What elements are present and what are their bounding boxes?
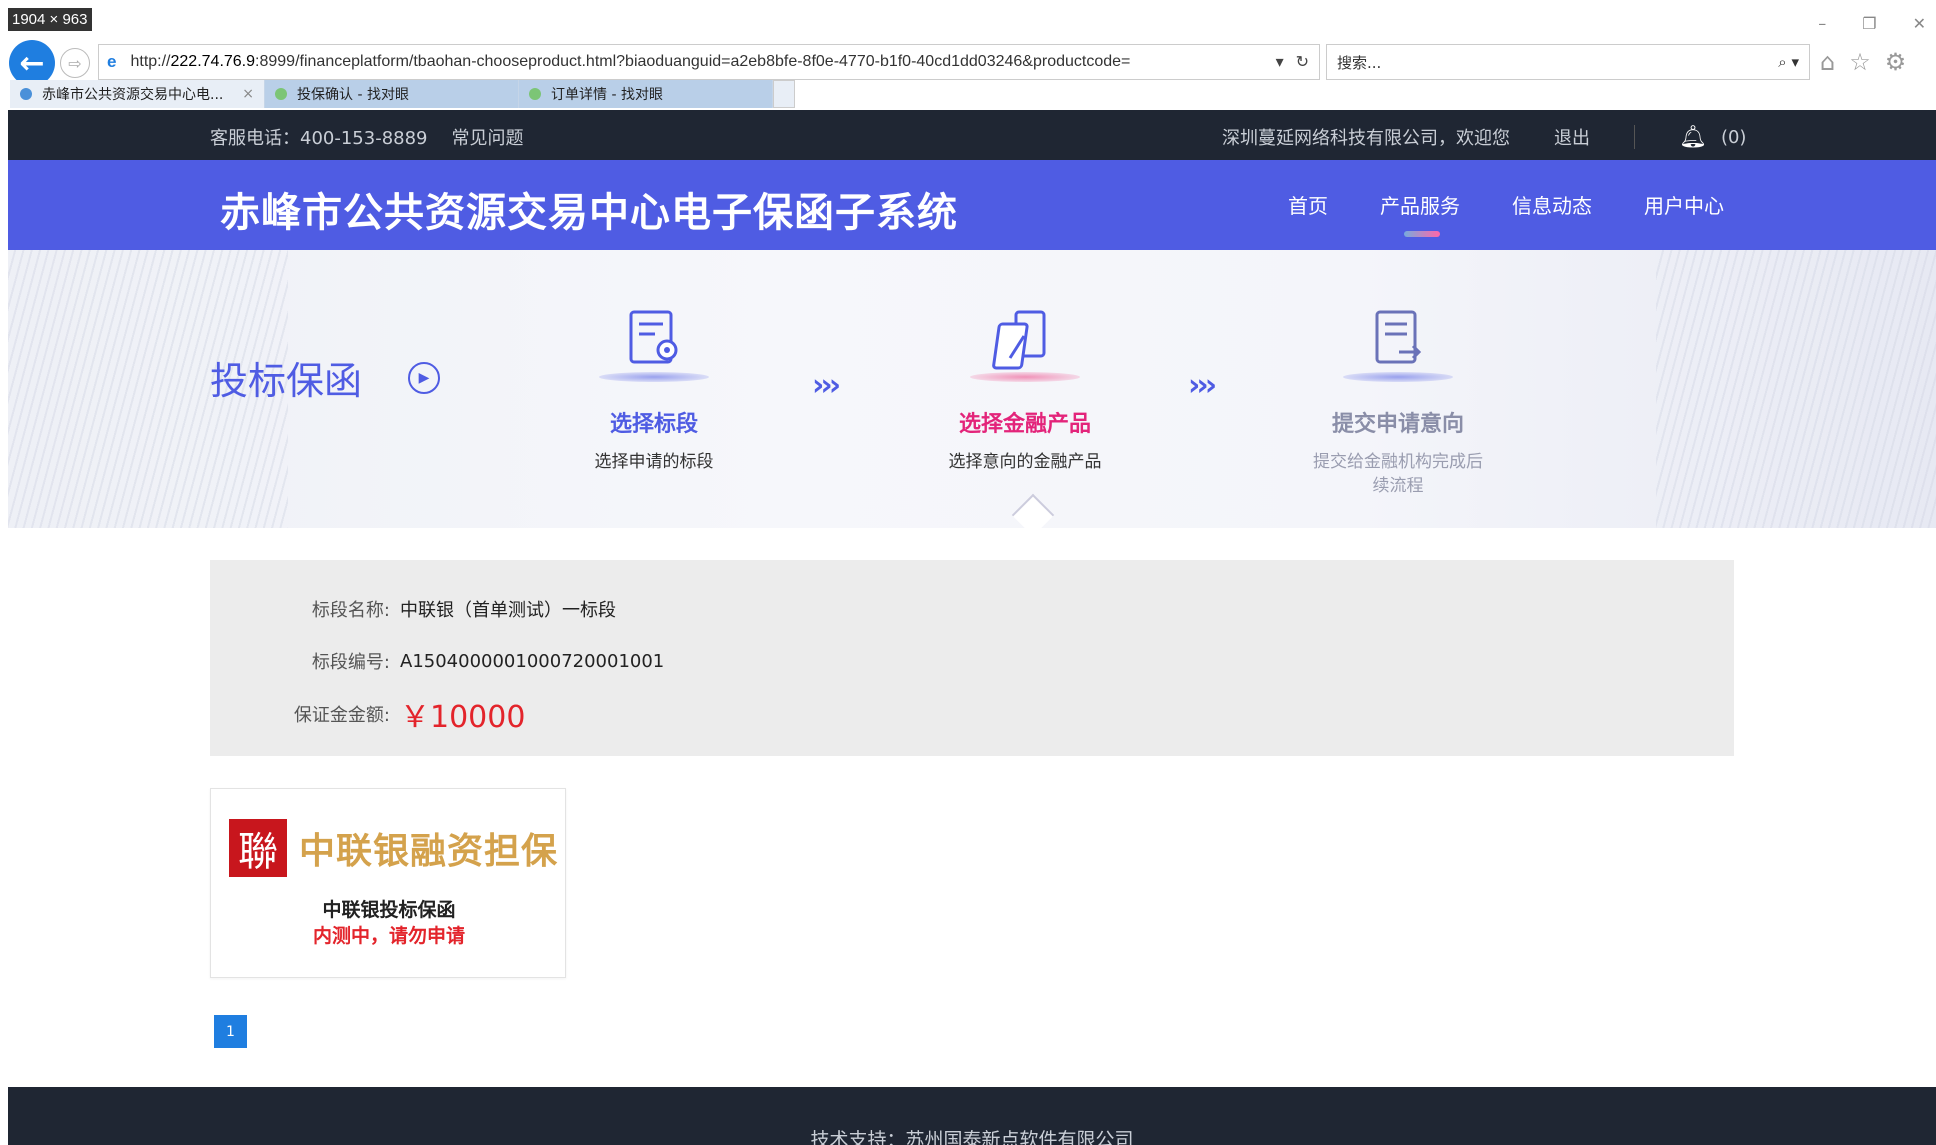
step-select-product: 选择金融产品 选择意向的金融产品 [925, 306, 1125, 474]
step-arrow-icon: ››› [812, 368, 841, 403]
search-icon[interactable]: ⌕ ▾ [1778, 53, 1799, 71]
deposit-row: 保证金金额: ￥10000 [210, 692, 526, 736]
site-title: 赤峰市公共资源交易中心电子保函子系统 [220, 190, 958, 236]
minimize-button[interactable]: – [1818, 14, 1826, 33]
section-name-row: 标段名称: 中联银（首单测试）一标段 [210, 596, 616, 622]
banner-decoration [1656, 250, 1936, 528]
browser-tab[interactable]: 订单详情 - 找对眼 [519, 80, 773, 108]
browser-toolbar-icons: ⌂ ☆ ⚙ [1820, 48, 1906, 76]
browser-search-input[interactable]: 搜索... ⌕ ▾ [1326, 44, 1810, 80]
play-icon[interactable]: ▶ [408, 362, 440, 394]
tab-close-icon[interactable]: × [242, 86, 254, 102]
document-send-icon [1363, 306, 1433, 376]
arrow-right-icon: ⇨ [68, 53, 82, 73]
step-submit-intent: 提交申请意向 提交给金融机构完成后续流程 [1298, 306, 1498, 498]
dimension-overlay: 1904 × 963 [8, 8, 92, 31]
step-name: 选择标段 [609, 412, 698, 437]
section-no-row: 标段编号: A1504000001000720001001 [210, 648, 664, 674]
ie-page-icon: e [107, 52, 117, 71]
notification-button[interactable]: 🔔︎ (0) [1679, 125, 1746, 150]
welcome-text: 深圳蔓延网络科技有限公司，欢迎您 [1222, 128, 1510, 149]
hotline-text: 客服电话：400-153-8889 [210, 128, 428, 149]
tab-favicon-icon [20, 88, 32, 100]
bell-icon: 🔔︎ [1679, 124, 1707, 150]
document-pen-icon [990, 306, 1060, 376]
home-icon[interactable]: ⌂ [1820, 48, 1835, 76]
step-desc: 选择意向的金融产品 [948, 452, 1102, 472]
restore-button[interactable]: ❐ [1862, 14, 1876, 33]
faq-link[interactable]: 常见问题 [452, 124, 524, 150]
tab-title: 赤峰市公共资源交易中心电... [42, 87, 224, 103]
steps-banner: 投标保函 ▶ 选择标段 选择申请的标段 ››› 选择金融产品 选择意向的金融产品… [8, 250, 1936, 528]
search-placeholder: 搜索... [1337, 53, 1382, 72]
browser-tab[interactable]: 投保确认 - 找对眼 [265, 80, 519, 108]
new-tab-button[interactable] [773, 80, 795, 108]
site-footer: 技术支持：苏州国泰新点软件有限公司 [8, 1087, 1936, 1145]
step-desc: 选择申请的标段 [594, 452, 714, 472]
nav-user-center[interactable]: 用户中心 [1644, 190, 1724, 219]
product-card[interactable]: 聯 中联银融资担保 中联银投标保函 内测中，请勿申请 [210, 788, 566, 978]
tab-favicon-icon [275, 88, 287, 100]
banner-label: 投标保函 [210, 359, 363, 403]
arrow-left-icon: ← [19, 45, 45, 81]
step-name: 选择金融产品 [958, 412, 1091, 437]
dropdown-icon[interactable]: ▾ [1276, 52, 1284, 72]
product-logo: 聯 中联银融资担保 [229, 819, 558, 877]
pagination-page-current[interactable]: 1 [214, 1015, 247, 1048]
notification-count: (0) [1720, 126, 1747, 148]
field-label: 标段编号: [311, 652, 390, 673]
field-label: 保证金金额: [293, 705, 390, 726]
step-arrow-icon: ››› [1188, 368, 1217, 403]
forward-button[interactable]: ⇨ [60, 48, 90, 78]
tab-title: 投保确认 - 找对眼 [297, 87, 409, 103]
step-desc: 提交给金融机构完成后续流程 [1313, 452, 1483, 496]
url-text[interactable]: http://222.74.76.9:8999/financeplatform/… [130, 53, 1275, 71]
site-header: 赤峰市公共资源交易中心电子保函子系统 首页 产品服务 信息动态 用户中心 [8, 160, 1936, 250]
browser-nav-row: ← ⇨ e http://222.74.76.9:8999/financepla… [0, 38, 1936, 86]
site-topbar: 客服电话：400-153-8889 常见问题 深圳蔓延网络科技有限公司，欢迎您 … [8, 110, 1936, 160]
product-name: 中联银投标保函 [322, 899, 456, 921]
section-info-panel: 标段名称: 中联银（首单测试）一标段 标段编号: A15040000010007… [210, 560, 1734, 756]
brand-name: 中联银融资担保 [299, 831, 559, 872]
product-warning: 内测中，请勿申请 [312, 925, 465, 947]
brand-seal-icon: 聯 [229, 819, 287, 877]
document-seal-icon [619, 306, 689, 376]
topbar-divider [1634, 125, 1635, 149]
browser-tab-active[interactable]: 赤峰市公共资源交易中心电... × [10, 80, 265, 108]
favorites-star-icon[interactable]: ☆ [1849, 48, 1871, 76]
nav-products[interactable]: 产品服务 [1380, 190, 1460, 237]
active-step-caret [1011, 493, 1055, 528]
footer-text: 技术支持：苏州国泰新点软件有限公司 [810, 1129, 1134, 1145]
address-bar[interactable]: e http://222.74.76.9:8999/financeplatfor… [98, 44, 1320, 80]
main-nav: 首页 产品服务 信息动态 用户中心 [1288, 190, 1724, 237]
step-select-section: 选择标段 选择申请的标段 [554, 306, 754, 474]
section-name-value: 中联银（首单测试）一标段 [400, 600, 616, 621]
tab-title: 订单详情 - 找对眼 [551, 87, 663, 103]
close-window-button[interactable]: ✕ [1913, 14, 1926, 33]
step-name: 提交申请意向 [1331, 412, 1464, 437]
settings-gear-icon[interactable]: ⚙ [1885, 48, 1907, 76]
nav-news[interactable]: 信息动态 [1512, 190, 1592, 219]
refresh-icon[interactable]: ↻ [1296, 52, 1309, 72]
browser-tab-strip: 赤峰市公共资源交易中心电... × 投保确认 - 找对眼 订单详情 - 找对眼 [10, 80, 795, 108]
tab-favicon-icon [529, 88, 541, 100]
window-controls: – ❐ ✕ [1818, 14, 1926, 33]
section-no-value: A1504000001000720001001 [400, 650, 665, 672]
field-label: 标段名称: [311, 600, 390, 621]
logout-link[interactable]: 退出 [1554, 124, 1590, 150]
nav-home[interactable]: 首页 [1288, 190, 1328, 219]
deposit-amount: ￥10000 [400, 700, 526, 735]
